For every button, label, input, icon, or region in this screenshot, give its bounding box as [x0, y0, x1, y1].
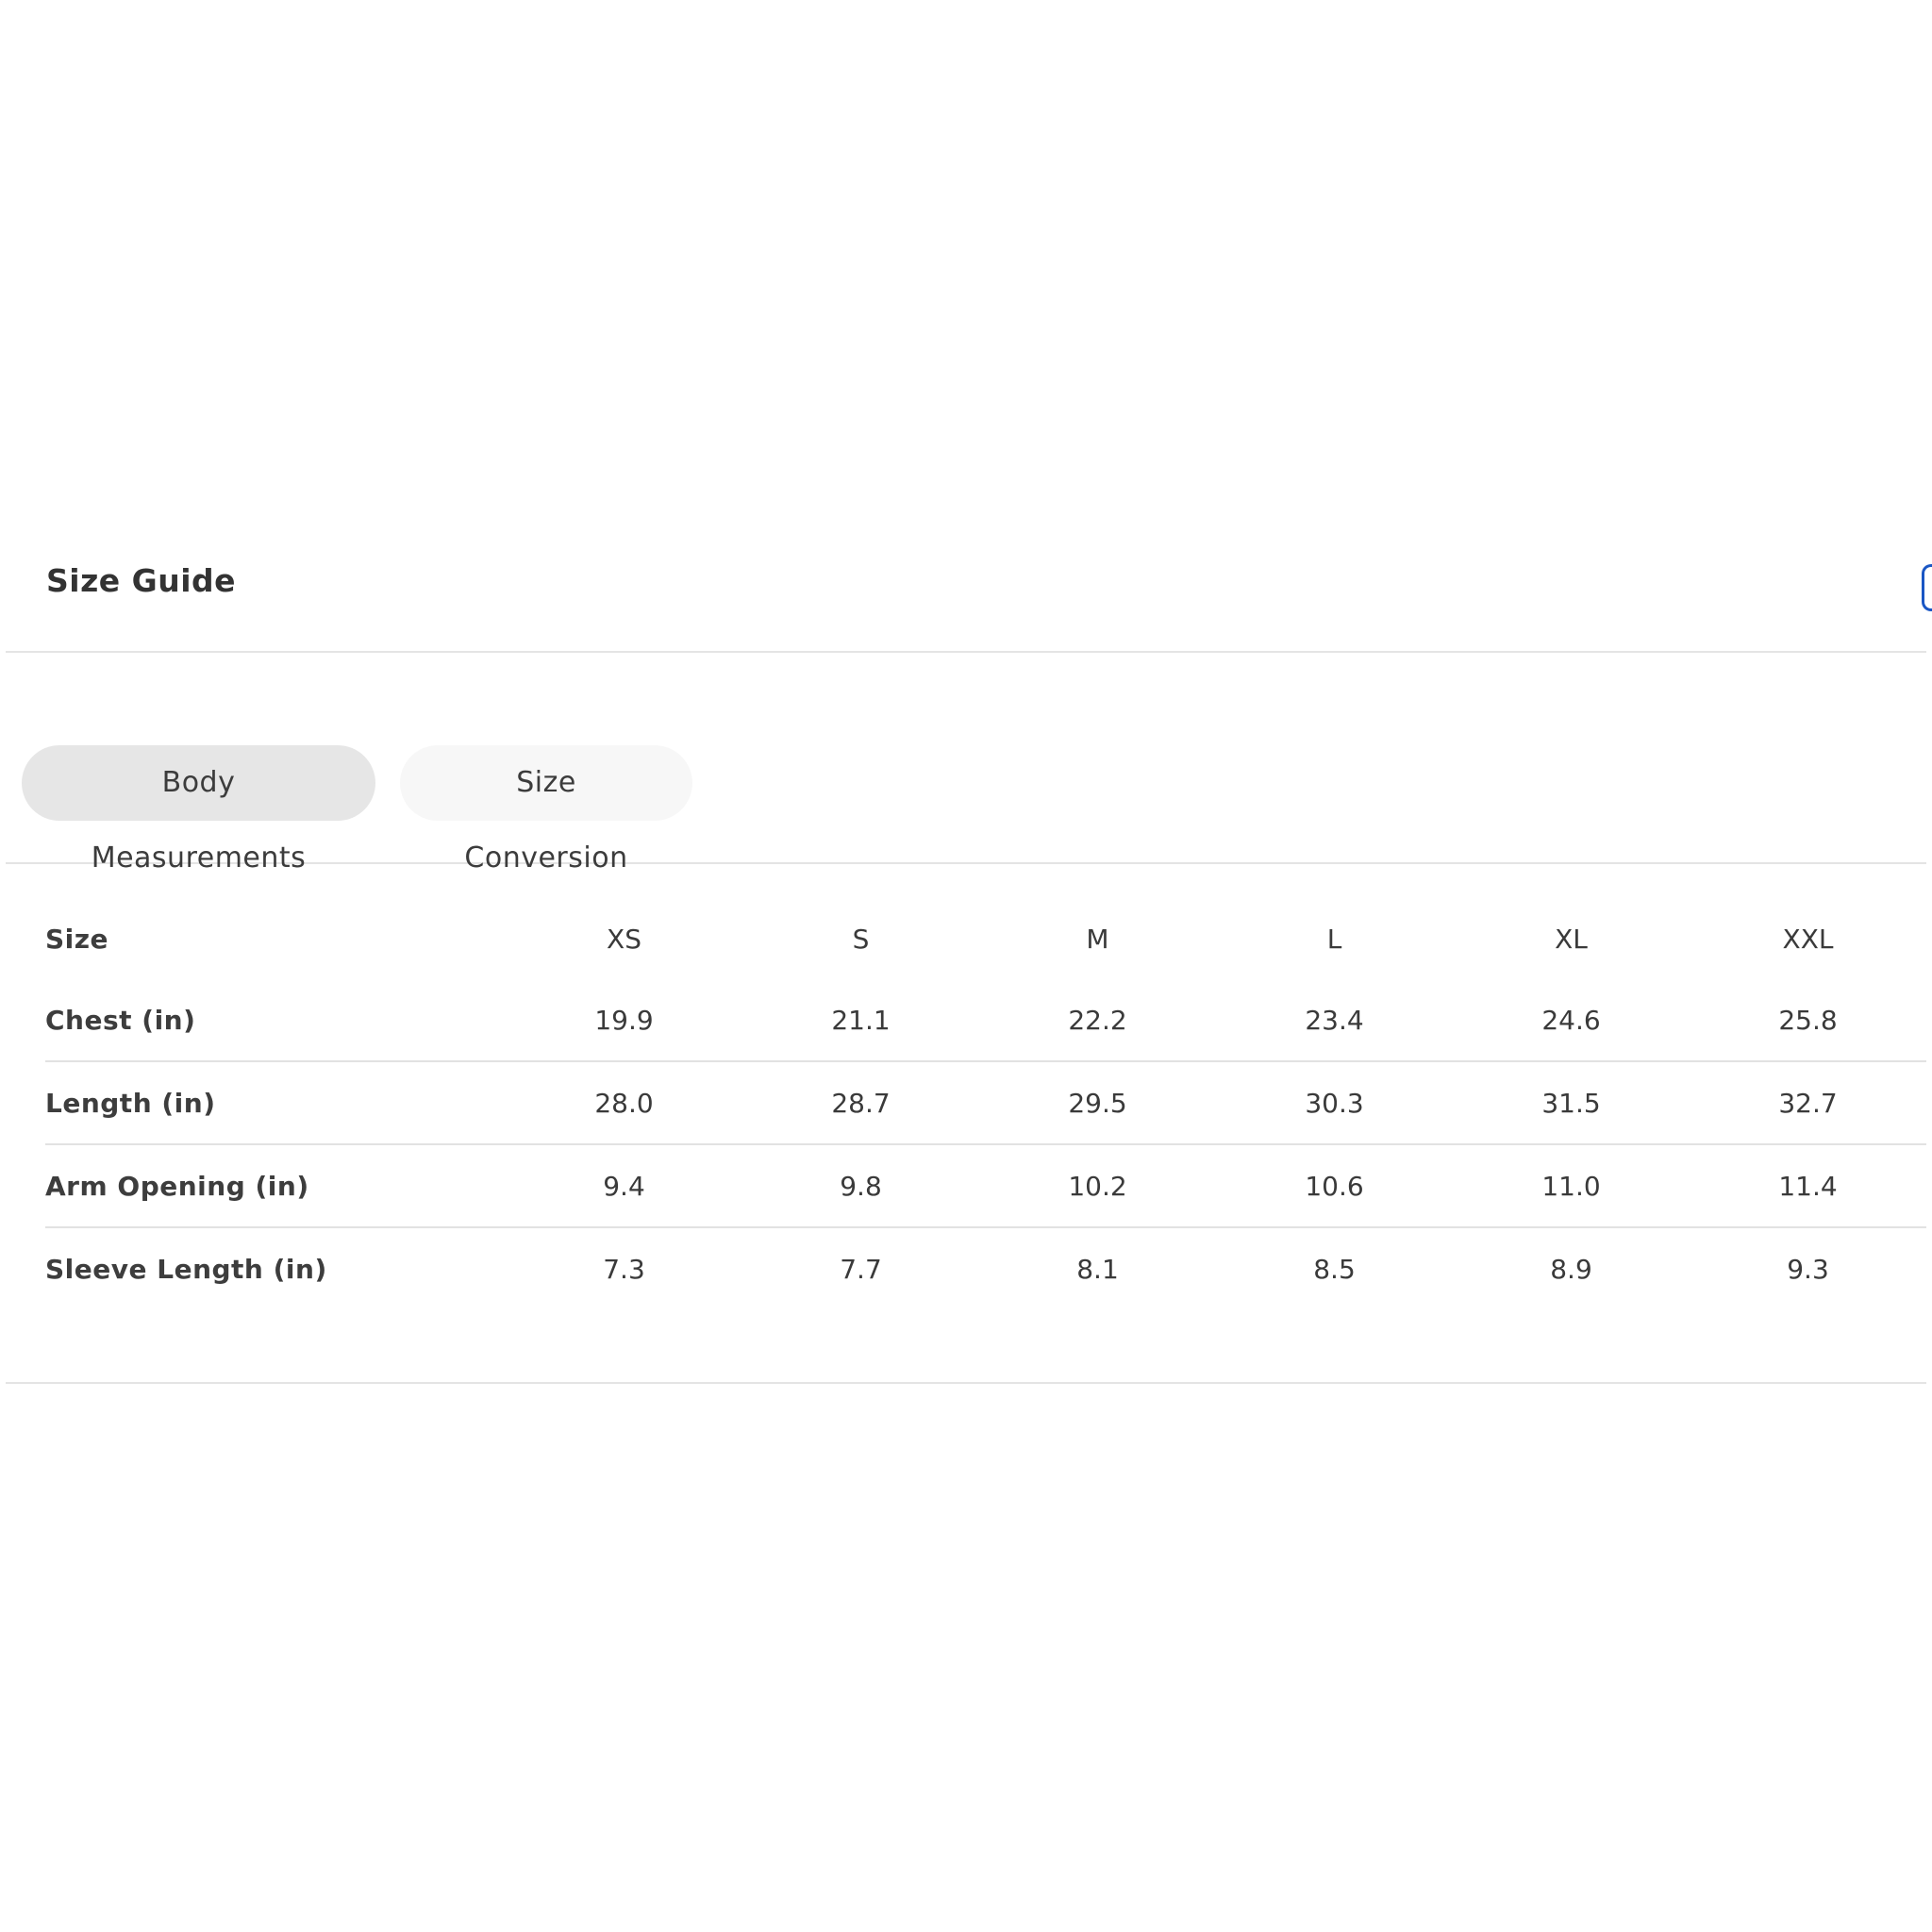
- page-title: Size Guide: [46, 562, 237, 599]
- column-header-xs: XS: [607, 923, 641, 955]
- table-cell: 28.0: [506, 1060, 742, 1144]
- table-row: Length (in) 28.0 28.7 29.5 30.3 31.5 32.…: [45, 1060, 1926, 1144]
- table-cell: 7.7: [742, 1226, 979, 1309]
- row-label-sleeve-length: Sleeve Length (in): [45, 1226, 506, 1309]
- table-cell: 9.8: [742, 1143, 979, 1227]
- table-cell: 25.8: [1778, 1004, 1838, 1036]
- table-cell: 28.7: [742, 1060, 979, 1144]
- table-row: Arm Opening (in) 9.4 9.8 10.2 10.6 11.0 …: [45, 1143, 1926, 1227]
- table-cell: 8.9: [1453, 1226, 1690, 1309]
- column-header-s: S: [852, 923, 870, 955]
- table-header-row: Size XS S M L XL XXL: [45, 898, 1926, 979]
- table-cell: 9.4: [506, 1143, 742, 1227]
- table-cell: 23.4: [1305, 1004, 1364, 1036]
- column-header-xl: XL: [1555, 923, 1588, 955]
- table-cell: 29.5: [979, 1060, 1216, 1144]
- tab-size-conversion[interactable]: Size Conversion: [400, 745, 692, 874]
- column-header-size: Size: [45, 923, 109, 955]
- table-cell: 10.6: [1216, 1143, 1453, 1227]
- column-header-l: L: [1326, 923, 1342, 955]
- table-cell: 19.9: [594, 1004, 654, 1036]
- table-row: Sleeve Length (in) 7.3 7.7 8.1 8.5 8.9 9…: [45, 1226, 1926, 1309]
- table-cell: 31.5: [1453, 1060, 1690, 1144]
- table-cell: 9.3: [1690, 1226, 1926, 1309]
- tab-body-measurements[interactable]: Body Measurements: [22, 745, 375, 874]
- table-cell: 11.4: [1690, 1143, 1926, 1227]
- table-cell: 32.7: [1690, 1060, 1926, 1144]
- table-cell: 10.2: [979, 1143, 1216, 1227]
- table-cell: 24.6: [1541, 1004, 1601, 1036]
- column-header-m: M: [1086, 923, 1109, 955]
- row-label-arm-opening: Arm Opening (in): [45, 1143, 506, 1227]
- table-cell: 11.0: [1453, 1143, 1690, 1227]
- table-cell: 30.3: [1216, 1060, 1453, 1144]
- dialog-header: Size Guide: [6, 528, 1932, 653]
- table-cell: 8.5: [1216, 1226, 1453, 1309]
- column-header-xxl: XXL: [1782, 923, 1834, 955]
- table-cell: 21.1: [831, 1004, 891, 1036]
- bottom-divider: [6, 1382, 1926, 1384]
- size-table: Size XS S M L XL XXL Chest (in) 19.9 21.…: [45, 898, 1926, 1309]
- table-cell: 8.1: [979, 1226, 1216, 1309]
- table-row: Chest (in) 19.9 21.1 22.2 23.4 24.6 25.8: [45, 979, 1926, 1061]
- table-cell: 7.3: [506, 1226, 742, 1309]
- row-label-length: Length (in): [45, 1060, 506, 1144]
- close-button-edge-icon[interactable]: [1922, 564, 1932, 611]
- table-cell: 22.2: [1068, 1004, 1127, 1036]
- size-guide-dialog: Size Guide Body Measurements Size Conver…: [0, 0, 1932, 1932]
- tab-bar: Body Measurements Size Conversion: [6, 653, 1926, 874]
- size-table-container: Size XS S M L XL XXL Chest (in) 19.9 21.…: [45, 898, 1926, 1309]
- row-label-chest: Chest (in): [45, 1004, 196, 1036]
